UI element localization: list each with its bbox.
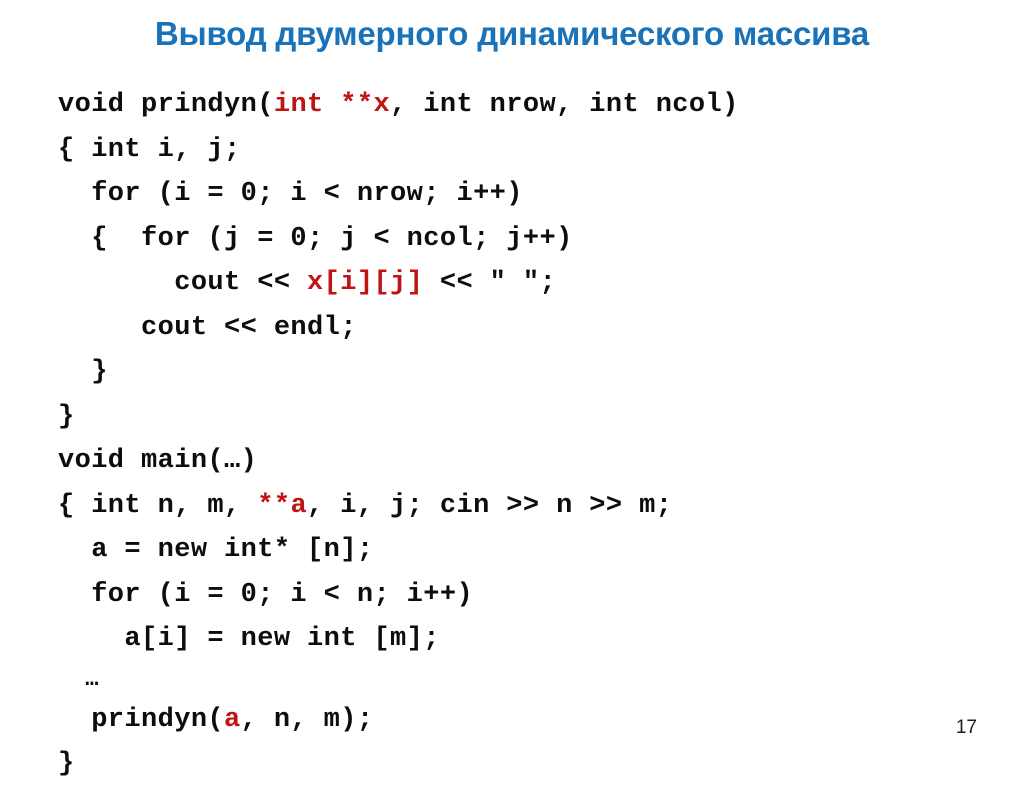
code-token: prindyn( [58,704,225,735]
code-token: , i, j; cin >> n >> m; [307,490,673,521]
code-line: void prindyn(int **x, int nrow, int ncol… [58,83,958,128]
code-token: } [58,357,108,387]
code-token: … [58,666,99,692]
code-token: { int i, j; [58,134,241,165]
code-token: << " "; [423,268,557,298]
code-token-highlighted: a [224,704,241,735]
code-line: { int i, j; [58,128,958,173]
code-token: void prindyn( [58,90,274,120]
code-line: } [58,350,958,395]
code-token: a[i] = new int [m]; [58,624,440,654]
code-line: } [58,742,958,787]
code-token-highlighted: int **x [273,90,391,120]
code-line: … [58,662,958,698]
code-line: a[i] = new int [m]; [58,617,958,662]
code-token: for (i = 0; i < n; i++) [58,579,474,610]
code-token: , int nrow, int ncol) [390,90,739,120]
code-line: cout << x[i][j] << " "; [58,261,958,306]
presentation-slide: Вывод двумерного динамического массива v… [0,0,1024,779]
code-line: for (i = 0; i < nrow; i++) [58,172,958,217]
code-line: prindyn(a, n, m); [58,698,958,743]
code-token: { int n, m, [58,490,258,521]
code-token: } [58,401,75,432]
code-token: void main(…) [58,446,258,476]
code-token: } [58,749,75,779]
code-line: { for (j = 0; j < ncol; j++) [58,217,958,262]
code-line: { int n, m, **a, i, j; cin >> n >> m; [58,484,958,529]
code-token: cout << [58,268,308,298]
code-line: void main(…) [58,439,958,484]
code-token-highlighted: x[i][j] [307,268,424,298]
code-token: for (i = 0; i < nrow; i++) [58,179,523,209]
page-title: Вывод двумерного динамического массива [154,15,870,52]
code-listing: void prindyn(int **x, int nrow, int ncol… [58,83,958,787]
code-token: { for (j = 0; j < ncol; j++) [58,223,573,254]
code-line: for (i = 0; i < n; i++) [58,573,958,618]
slide-number: 17 [955,717,977,738]
code-line: cout << endl; [58,306,958,351]
code-token: cout << endl; [58,312,357,343]
code-line: a = new int* [n]; [58,528,958,573]
code-token: , n, m); [240,704,374,735]
code-token: a = new int* [n]; [58,535,374,565]
code-token-highlighted: **a [257,490,308,521]
code-line: } [58,395,958,440]
